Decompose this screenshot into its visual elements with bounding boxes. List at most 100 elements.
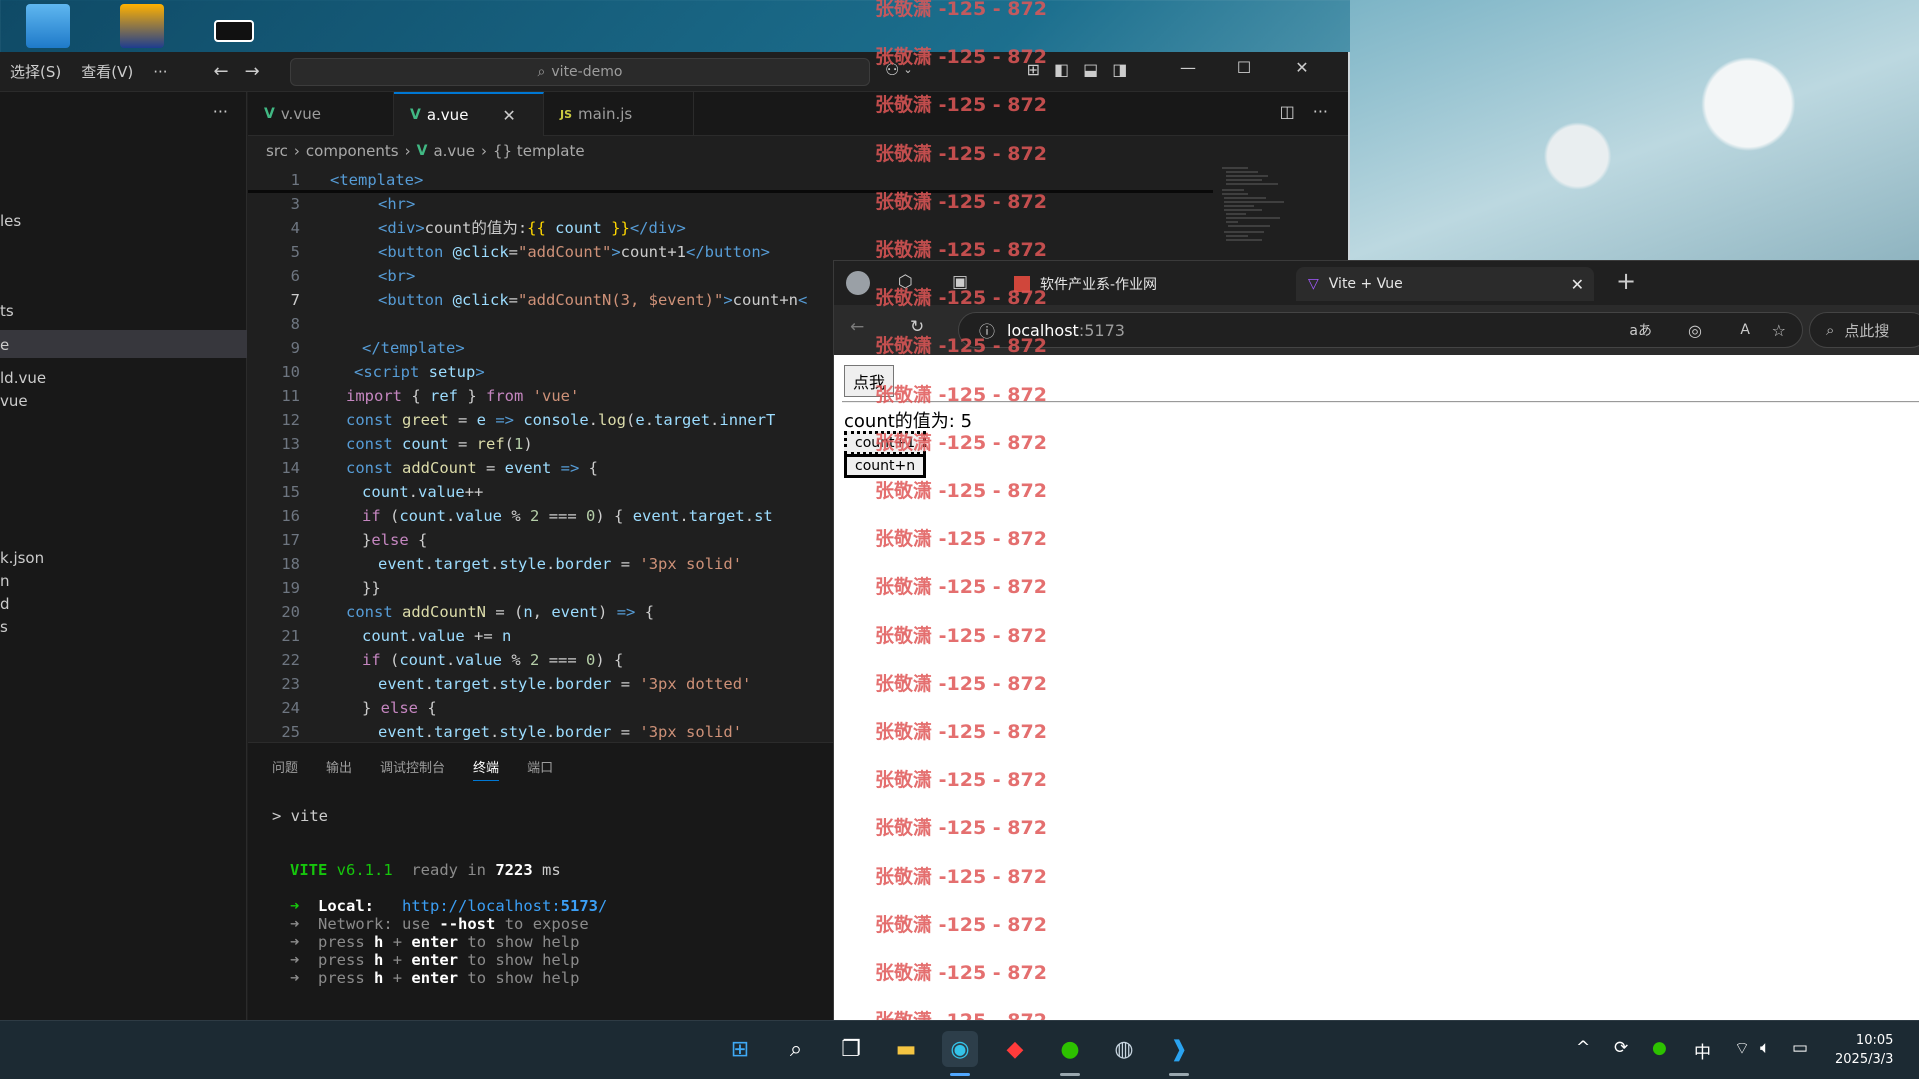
watermark-text: 张敬潇 -125 - 872 (875, 817, 1047, 840)
code-text: const count = ref(1) (346, 435, 533, 453)
browser-tab-homework[interactable]: 软件产业系-作业网 ✕ (1002, 267, 1322, 301)
command-center[interactable]: ⌕ vite-demo (290, 58, 870, 86)
favorite-star-icon[interactable]: ☆ (1772, 321, 1786, 340)
tab-debug-console[interactable]: 调试控制台 (380, 757, 445, 781)
browser-tab-vite[interactable]: ▽ Vite + Vue ✕ (1296, 267, 1594, 301)
close-icon[interactable]: ✕ (502, 106, 515, 125)
maximize-button[interactable]: ☐ (1224, 58, 1264, 77)
line-number: 4 (290, 219, 300, 237)
code-text: const addCount = event => { (346, 459, 598, 477)
windows-start-icon[interactable]: ⊞ (722, 1031, 758, 1067)
tab-a-vue[interactable]: V a.vue ✕ (394, 92, 544, 136)
file-explorer-icon[interactable]: ▬ (888, 1031, 924, 1067)
sidebar-item[interactable]: vue (0, 392, 28, 410)
menu-more[interactable]: ··· (143, 63, 177, 81)
code-text: <button @click="addCountN(3, $event)">co… (378, 291, 808, 309)
sidebar-item[interactable]: n (0, 572, 10, 590)
code-text: <template> (330, 171, 424, 189)
back-arrow-icon[interactable]: ← (206, 61, 237, 82)
breadcrumb-item[interactable]: components (306, 142, 399, 160)
chevron-up-icon[interactable]: ^ (1576, 1038, 1590, 1058)
line-number: 6 (290, 267, 300, 285)
close-button[interactable]: ✕ (1282, 58, 1322, 77)
tab-problems[interactable]: 问题 (272, 757, 298, 781)
back-arrow-icon[interactable]: ← (850, 317, 864, 337)
code-text: <br> (378, 267, 416, 285)
this-pc-desktop-icon[interactable] (26, 4, 70, 48)
terminal-help-line: ➜ press h + enter to show help (290, 969, 580, 987)
line-number: 1 (290, 171, 300, 189)
volume-icon[interactable]: 🔈︎ (1760, 1038, 1770, 1058)
code-text: if (count.value % 2 === 0) { (362, 651, 624, 669)
watermark-text: 张敬潇 -125 - 872 (875, 142, 1047, 165)
toggle-secondary-sidebar-icon[interactable]: ◨ (1112, 60, 1127, 79)
steam-icon[interactable]: ◍ (1106, 1031, 1142, 1067)
menu-view[interactable]: 查看(V) (71, 61, 143, 82)
read-aloud-icon[interactable]: A (1740, 322, 1750, 338)
ime-indicator[interactable]: 中 (1694, 1038, 1711, 1063)
vscode-icon[interactable]: ❱ (1161, 1031, 1197, 1067)
more-actions-icon[interactable]: ··· (1313, 102, 1328, 121)
sidebar-item[interactable]: k.json (0, 549, 44, 567)
code-line[interactable]: 1 <template> (248, 168, 1338, 192)
code-text: </template> (362, 339, 465, 357)
breadcrumb-item[interactable]: {} template (493, 142, 585, 160)
app-shortcut-desktop-icon[interactable] (214, 20, 254, 42)
line-number: 21 (281, 627, 300, 645)
watermark-text: 张敬潇 -125 - 872 (875, 335, 1047, 358)
address-bar[interactable]: ⓘ localhost :5173 aあ ◎ A ☆ (958, 312, 1803, 348)
split-editor-icon[interactable]: ◫ (1280, 102, 1295, 121)
tab-label: a.vue (426, 106, 469, 124)
wechat-tray-icon[interactable]: ● (1652, 1038, 1667, 1058)
vue-icon: V (416, 143, 428, 159)
tracking-prevention-icon[interactable]: ◎ (1688, 321, 1702, 340)
task-view-icon[interactable]: ❐ (833, 1031, 869, 1067)
tab-ports[interactable]: 端口 (527, 757, 553, 781)
new-tab-button[interactable]: + (1616, 267, 1636, 295)
sidebar-item[interactable]: ts (0, 302, 14, 320)
menu-select[interactable]: 选择(S) (0, 61, 71, 82)
sidebar-item[interactable]: s (0, 618, 8, 636)
watermark-text: 张敬潇 -125 - 872 (875, 383, 1047, 406)
wechat-icon[interactable]: ● (1052, 1031, 1088, 1067)
code-text: if (count.value % 2 === 0) { event.targe… (362, 507, 773, 525)
watermark-text: 张敬潇 -125 - 872 (875, 721, 1047, 743)
terminal-prompt: > vite (272, 807, 328, 825)
count-plus-n-button[interactable]: count+n (844, 454, 927, 478)
breadcrumb-item[interactable]: src (266, 142, 288, 160)
minimize-button[interactable]: — (1168, 58, 1208, 77)
tab-main-js[interactable]: JS main.js (544, 92, 694, 136)
tab-output[interactable]: 输出 (326, 757, 352, 781)
sidebar-item[interactable]: d (0, 595, 10, 613)
breadcrumb-item[interactable]: a.vue (433, 142, 475, 160)
wifi-icon[interactable]: ⌔ (1734, 1038, 1750, 1059)
close-icon[interactable]: ✕ (1571, 275, 1584, 294)
tab-terminal[interactable]: 终端 (473, 757, 500, 781)
sync-icon[interactable]: ⟳ (1614, 1038, 1628, 1058)
game-shortcut-desktop-icon[interactable] (120, 4, 164, 48)
code-line[interactable]: 3 <hr> (248, 192, 1338, 216)
tab-label: v.vue (280, 105, 321, 123)
browser-tab-title: Vite + Vue (1328, 276, 1403, 292)
more-actions-icon[interactable]: ··· (213, 102, 228, 121)
forward-arrow-icon[interactable]: → (237, 61, 268, 82)
toggle-panel-icon[interactable]: ⬓ (1083, 60, 1098, 79)
battery-icon[interactable]: ▭ (1792, 1038, 1808, 1058)
profile-icon[interactable] (846, 271, 870, 295)
translate-icon[interactable]: aあ (1629, 320, 1652, 340)
editor-actions: ◫ ··· (1280, 102, 1328, 121)
search-icon[interactable]: ⌕ (778, 1031, 814, 1067)
sidebar-item[interactable]: les (0, 212, 21, 230)
code-text: <script setup> (354, 363, 485, 381)
system-clock[interactable]: 10:05 2025/3/3 (1835, 1031, 1893, 1069)
sidebar-item[interactable]: e (0, 336, 9, 354)
edge-icon[interactable]: ◉ (942, 1031, 978, 1067)
tab-v-vue[interactable]: V v.vue (248, 92, 394, 136)
code-line[interactable]: 4 <div>count的值为:{{ count }}</div> (248, 216, 1338, 240)
toggle-sidebar-icon[interactable]: ◧ (1054, 60, 1069, 79)
sidebar-item[interactable]: ld.vue (0, 369, 46, 387)
vscode-active-indicator (1169, 1073, 1189, 1076)
watermark-text: 张敬潇 -125 - 872 (875, 962, 1047, 984)
app-red-icon[interactable]: ◆ (997, 1031, 1033, 1067)
bing-search-box[interactable]: ⌕ 点此搜 (1809, 312, 1919, 348)
